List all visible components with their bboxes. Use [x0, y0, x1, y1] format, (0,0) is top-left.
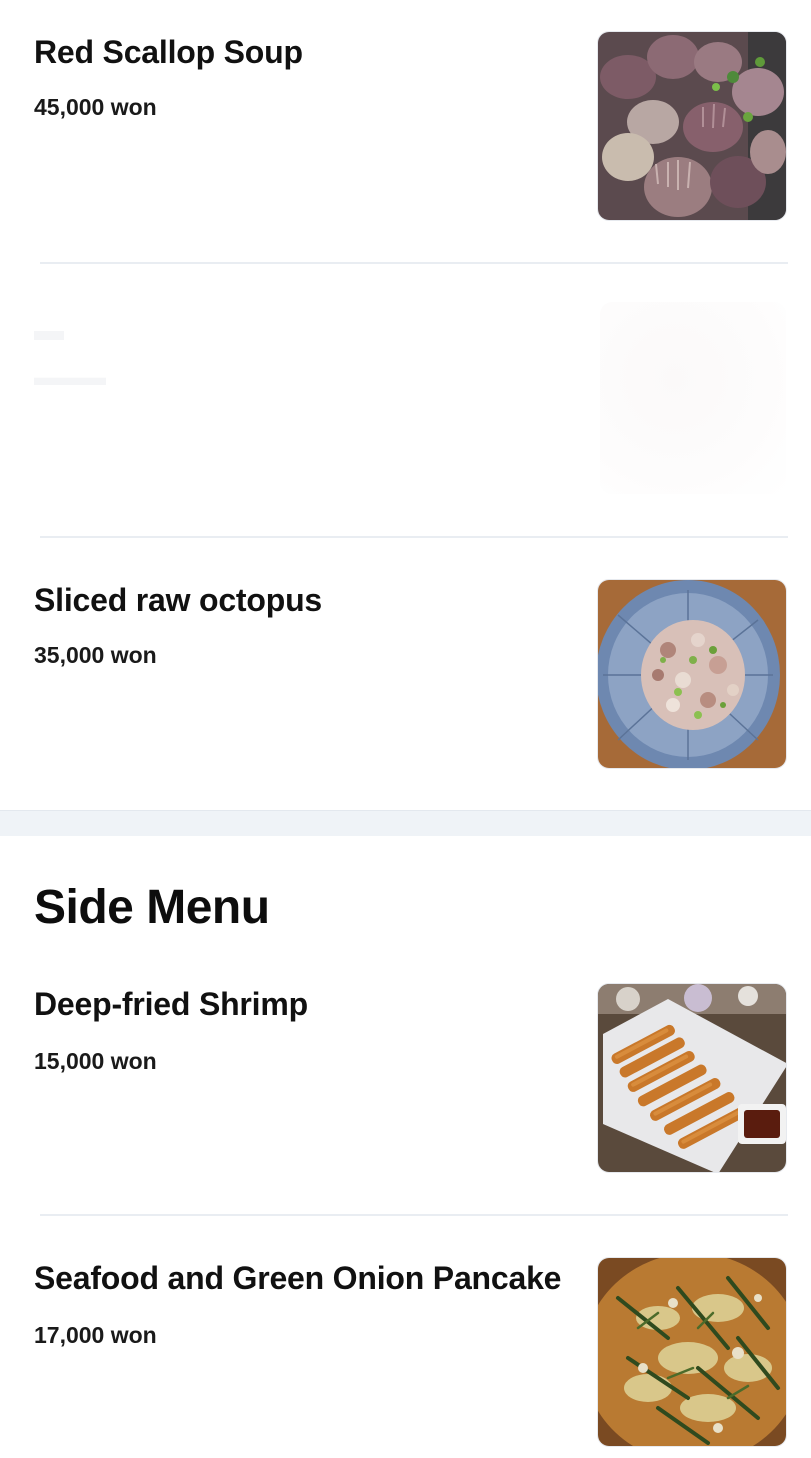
menu-item-price: 35,000 won: [34, 642, 157, 668]
scallop-photo-icon[interactable]: [597, 31, 787, 221]
menu-item-red-scallop-soup[interactable]: Red Scallop Soup 45,000 won: [0, 0, 811, 262]
menu-item-seafood-green-onion-pancake[interactable]: Seafood and Green Onion Pancake 17,000 w…: [0, 1216, 811, 1458]
menu-item-name: Red Scallop Soup: [34, 34, 303, 70]
section-title-side-menu: Side Menu: [34, 881, 270, 934]
faded-text: ▬: [34, 314, 64, 347]
faded-photo-icon: [600, 302, 786, 494]
faded-text: ▬▬▬: [34, 364, 106, 391]
fried-shrimp-photo-icon[interactable]: [597, 983, 787, 1173]
menu-item-name: Seafood and Green Onion Pancake: [34, 1260, 562, 1296]
menu-item-price: 15,000 won: [34, 1048, 157, 1074]
menu-item-price: 17,000 won: [34, 1322, 157, 1348]
menu-item-name: Deep-fried Shrimp: [34, 986, 308, 1022]
menu-item-price: 45,000 won: [34, 94, 157, 120]
section-separator: [0, 810, 811, 836]
octopus-photo-icon[interactable]: [597, 579, 787, 769]
menu-item-sliced-raw-octopus[interactable]: Sliced raw octopus 35,000 won: [0, 538, 811, 810]
menu-item-deep-fried-shrimp[interactable]: Deep-fried Shrimp 15,000 won: [0, 950, 811, 1214]
pancake-photo-icon[interactable]: [597, 1257, 787, 1447]
menu-item-name: Sliced raw octopus: [34, 582, 323, 618]
